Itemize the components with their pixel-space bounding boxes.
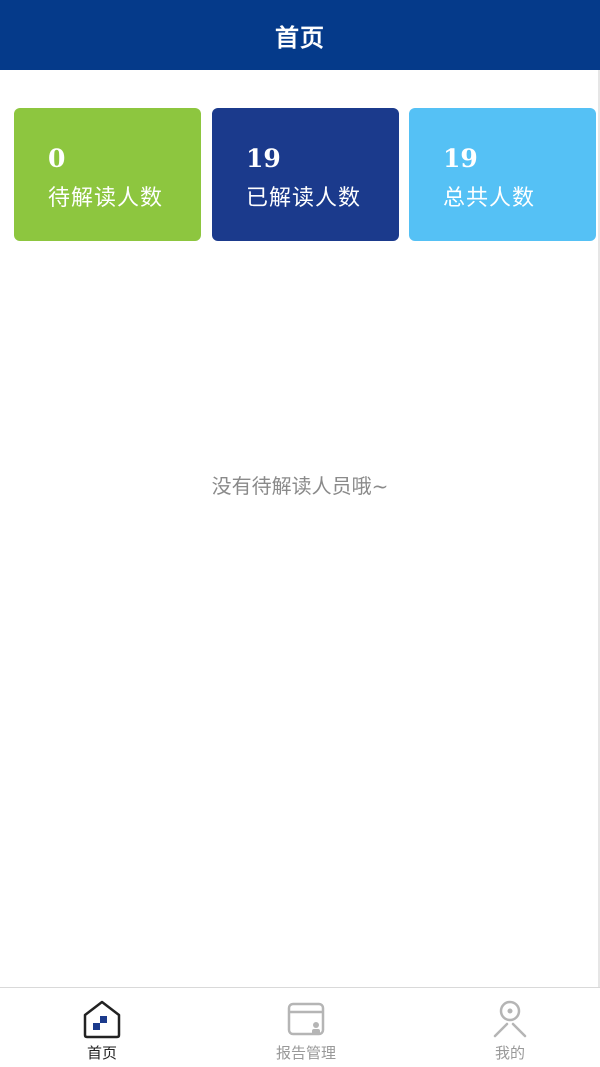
- empty-state-message: 没有待解读人员哦~: [211, 474, 389, 498]
- page-title: 首页: [275, 22, 325, 52]
- home-icon: [83, 1000, 121, 1039]
- read-count-label: 已解读人数: [246, 186, 362, 211]
- tab-report-management-label: 报告管理: [275, 1044, 336, 1062]
- read-count-card[interactable]: 19 已解读人数: [212, 108, 399, 241]
- pending-count-value: 0: [48, 144, 66, 173]
- app-screen: 首页 0 待解读人数 19 已解读人数 19 总共人数 没有待解读人员哦~ 首页: [0, 0, 600, 1067]
- total-count-card[interactable]: 19 总共人数: [409, 108, 596, 241]
- tab-report-management[interactable]: 报告管理: [246, 988, 366, 1067]
- user-icon: [493, 1000, 527, 1038]
- tab-mine-label: 我的: [494, 1044, 525, 1062]
- tab-home[interactable]: 首页: [42, 988, 162, 1067]
- report-icon: [287, 1002, 325, 1036]
- pending-count-label: 待解读人数: [48, 186, 164, 211]
- bottom-tab-bar: 首页 报告管理 我的: [0, 987, 600, 1067]
- total-count-label: 总共人数: [443, 186, 536, 211]
- stats-cards: 0 待解读人数 19 已解读人数 19 总共人数: [14, 108, 596, 241]
- pending-count-card[interactable]: 0 待解读人数: [14, 108, 201, 241]
- tab-mine[interactable]: 我的: [450, 988, 570, 1067]
- read-count-value: 19: [246, 144, 281, 173]
- tab-home-label: 首页: [86, 1044, 117, 1062]
- total-count-value: 19: [443, 144, 478, 173]
- header-bar: 首页: [0, 0, 600, 70]
